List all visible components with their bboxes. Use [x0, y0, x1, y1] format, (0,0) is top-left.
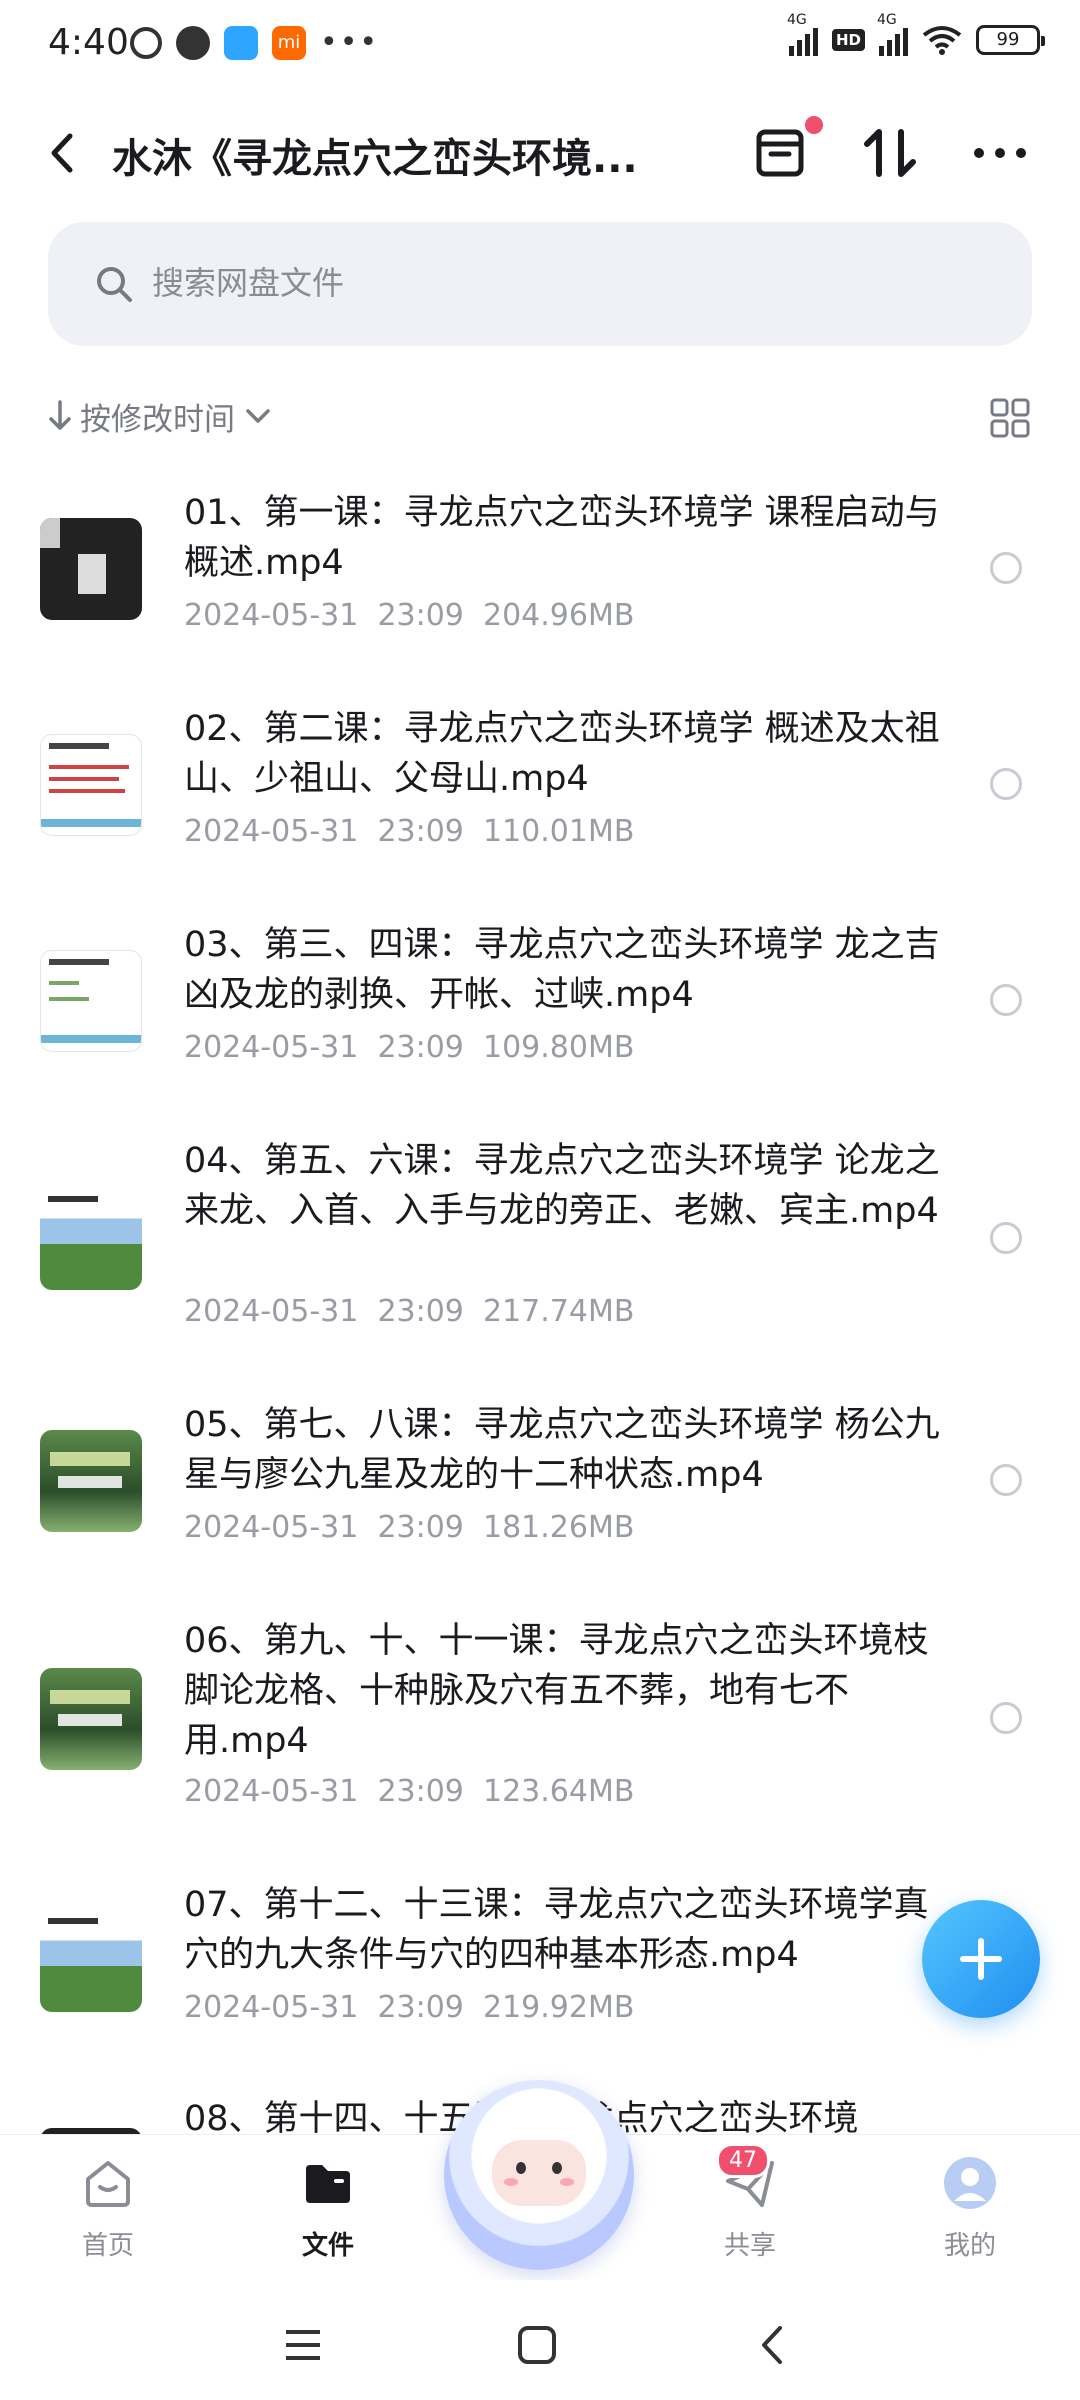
- home-square-icon[interactable]: [512, 2320, 562, 2370]
- mascot-eye: [516, 2162, 526, 2174]
- tab-me[interactable]: 我的: [900, 2155, 1040, 2275]
- sort-selector[interactable]: 按修改时间: [48, 388, 273, 444]
- slide-thumbnail: [40, 950, 142, 1052]
- select-checkbox[interactable]: [990, 984, 1022, 1016]
- search-input[interactable]: [152, 258, 952, 308]
- slide-thumbnail: [40, 734, 142, 836]
- top-app-bar: 水沐《寻龙点穴之峦头环境...: [0, 100, 1080, 210]
- archive-box-icon: [756, 129, 804, 177]
- mascot-face: [492, 2140, 586, 2206]
- search-icon: [97, 267, 132, 302]
- notification-dot: [805, 116, 823, 134]
- arrow-down-icon: [49, 400, 71, 430]
- forest-thumbnail: [40, 1668, 142, 1770]
- back-triangle-icon[interactable]: [748, 2320, 798, 2370]
- tab-share[interactable]: 47 共享: [680, 2143, 820, 2275]
- search-bar[interactable]: [48, 222, 1032, 346]
- grid-view-icon[interactable]: [990, 398, 1030, 438]
- select-checkbox[interactable]: [990, 1464, 1022, 1496]
- mi-app-icon: mi: [272, 26, 306, 60]
- status-bar: 4:40 mi ••• 4G HD 4G 99: [0, 0, 1080, 90]
- file-row[interactable]: 01、第一课：寻龙点穴之峦头环境学 课程启动与概述.mp4 2024-05-31…: [0, 470, 1080, 670]
- file-name: 05、第七、八课：寻龙点穴之峦头环境学 杨公九星与廖公九星及龙的十二种状态.mp…: [184, 1405, 940, 1495]
- ai-assistant-mascot-button[interactable]: [444, 2080, 634, 2270]
- file-meta: 2024-05-31 23:09 217.74MB: [184, 1294, 635, 1329]
- tab-label: 首页: [81, 2231, 134, 2261]
- folder-icon: [306, 2165, 350, 2203]
- signal-icon: 4G: [877, 12, 908, 56]
- battery-level: 99: [996, 29, 1020, 50]
- page-title: 水沐《寻龙点穴之峦头环境...: [112, 136, 638, 182]
- status-time: 4:40: [48, 22, 129, 63]
- chevron-down-icon: [246, 409, 270, 423]
- menu-icon[interactable]: [278, 2320, 328, 2370]
- more-options-button[interactable]: [965, 118, 1035, 188]
- file-row[interactable]: 05、第七、八课：寻龙点穴之峦头环境学 杨公九星与廖公九星及龙的十二种状态.mp…: [0, 1382, 1080, 1582]
- video-thumbnail: [40, 518, 142, 620]
- file-name: 01、第一课：寻龙点穴之峦头环境学 课程启动与概述.mp4: [184, 493, 940, 583]
- file-meta: 2024-05-31 23:09 219.92MB: [184, 1990, 635, 2025]
- file-meta: 2024-05-31 23:09 181.26MB: [184, 1510, 635, 1545]
- file-meta: 2024-05-31 23:09 110.01MB: [184, 814, 635, 849]
- tab-label: 文件: [301, 2231, 354, 2261]
- select-checkbox[interactable]: [990, 1702, 1022, 1734]
- home-icon: [86, 2161, 130, 2207]
- select-checkbox[interactable]: [990, 768, 1022, 800]
- app-notification-icon: [176, 26, 210, 60]
- file-name: 04、第五、六课：寻龙点穴之峦头环境学 论龙之来龙、入首、入手与龙的旁正、老嫩、…: [184, 1141, 940, 1231]
- avatar-icon: [944, 2157, 996, 2209]
- system-navigation-bar: [0, 2280, 1080, 2400]
- tab-home[interactable]: 首页: [38, 2155, 178, 2275]
- file-row[interactable]: 04、第五、六课：寻龙点穴之峦头环境学 论龙之来龙、入首、入手与龙的旁正、老嫩、…: [0, 1118, 1080, 1368]
- file-row[interactable]: 03、第三、四课：寻龙点穴之峦头环境学 龙之吉凶及龙的剥换、开帐、过峡.mp4 …: [0, 902, 1080, 1102]
- unread-badge: 47: [716, 2143, 770, 2178]
- back-arrow-icon[interactable]: [38, 128, 88, 178]
- tab-label: 共享: [723, 2231, 776, 2261]
- file-name: 06、第九、十、十一课：寻龙点穴之峦头环境枝脚论龙格、十种脉及穴有五不葬，地有七…: [184, 1621, 929, 1761]
- mascot-eye: [552, 2162, 562, 2174]
- file-meta: 2024-05-31 23:09 109.80MB: [184, 1030, 635, 1065]
- sort-arrows-icon: [864, 129, 916, 177]
- landscape-thumbnail: [40, 1910, 142, 2012]
- file-meta: 2024-05-31 23:09 123.64MB: [184, 1774, 635, 1809]
- sort-order-button[interactable]: [855, 118, 925, 188]
- file-meta: 2024-05-31 23:09 204.96MB: [184, 598, 635, 633]
- file-row[interactable]: 02、第二课：寻龙点穴之峦头环境学 概述及太祖山、少祖山、父母山.mp4 202…: [0, 686, 1080, 886]
- select-checkbox[interactable]: [990, 552, 1022, 584]
- file-name: 07、第十二、十三课：寻龙点穴之峦头环境学真穴的九大条件与穴的四种基本形态.mp…: [184, 1885, 929, 1975]
- battery-icon: 99: [976, 25, 1045, 55]
- more-notifications-icon: •••: [320, 25, 380, 60]
- more-dots-icon: [974, 148, 1026, 158]
- forest-thumbnail: [40, 1430, 142, 1532]
- file-row[interactable]: 07、第十二、十三课：寻龙点穴之峦头环境学真穴的九大条件与穴的四种基本形态.mp…: [0, 1862, 1080, 2062]
- app-notification-icon: [224, 26, 258, 60]
- status-system-icons: 4G HD 4G 99: [787, 12, 1045, 56]
- status-notification-icons: mi •••: [130, 26, 379, 60]
- add-button[interactable]: [922, 1900, 1040, 2018]
- hd-icon: HD: [831, 29, 865, 51]
- sort-label: 按修改时间: [80, 401, 235, 438]
- landscape-thumbnail: [40, 1188, 142, 1290]
- select-checkbox[interactable]: [990, 1222, 1022, 1254]
- mascot-cheek: [504, 2178, 518, 2186]
- file-name: 03、第三、四课：寻龙点穴之峦头环境学 龙之吉凶及龙的剥换、开帐、过峡.mp4: [184, 925, 940, 1015]
- file-row[interactable]: 06、第九、十、十一课：寻龙点穴之峦头环境枝脚论龙格、十种脉及穴有五不葬，地有七…: [0, 1598, 1080, 1848]
- wifi-icon: [922, 26, 962, 55]
- transfer-list-button[interactable]: [745, 116, 823, 188]
- alarm-icon: [130, 27, 162, 59]
- signal-icon: 4G: [787, 12, 818, 56]
- file-name: 02、第二课：寻龙点穴之峦头环境学 概述及太祖山、少祖山、父母山.mp4: [184, 709, 940, 799]
- tab-files[interactable]: 文件: [258, 2155, 398, 2275]
- tab-label: 我的: [943, 2231, 996, 2261]
- mascot-cheek: [560, 2178, 574, 2186]
